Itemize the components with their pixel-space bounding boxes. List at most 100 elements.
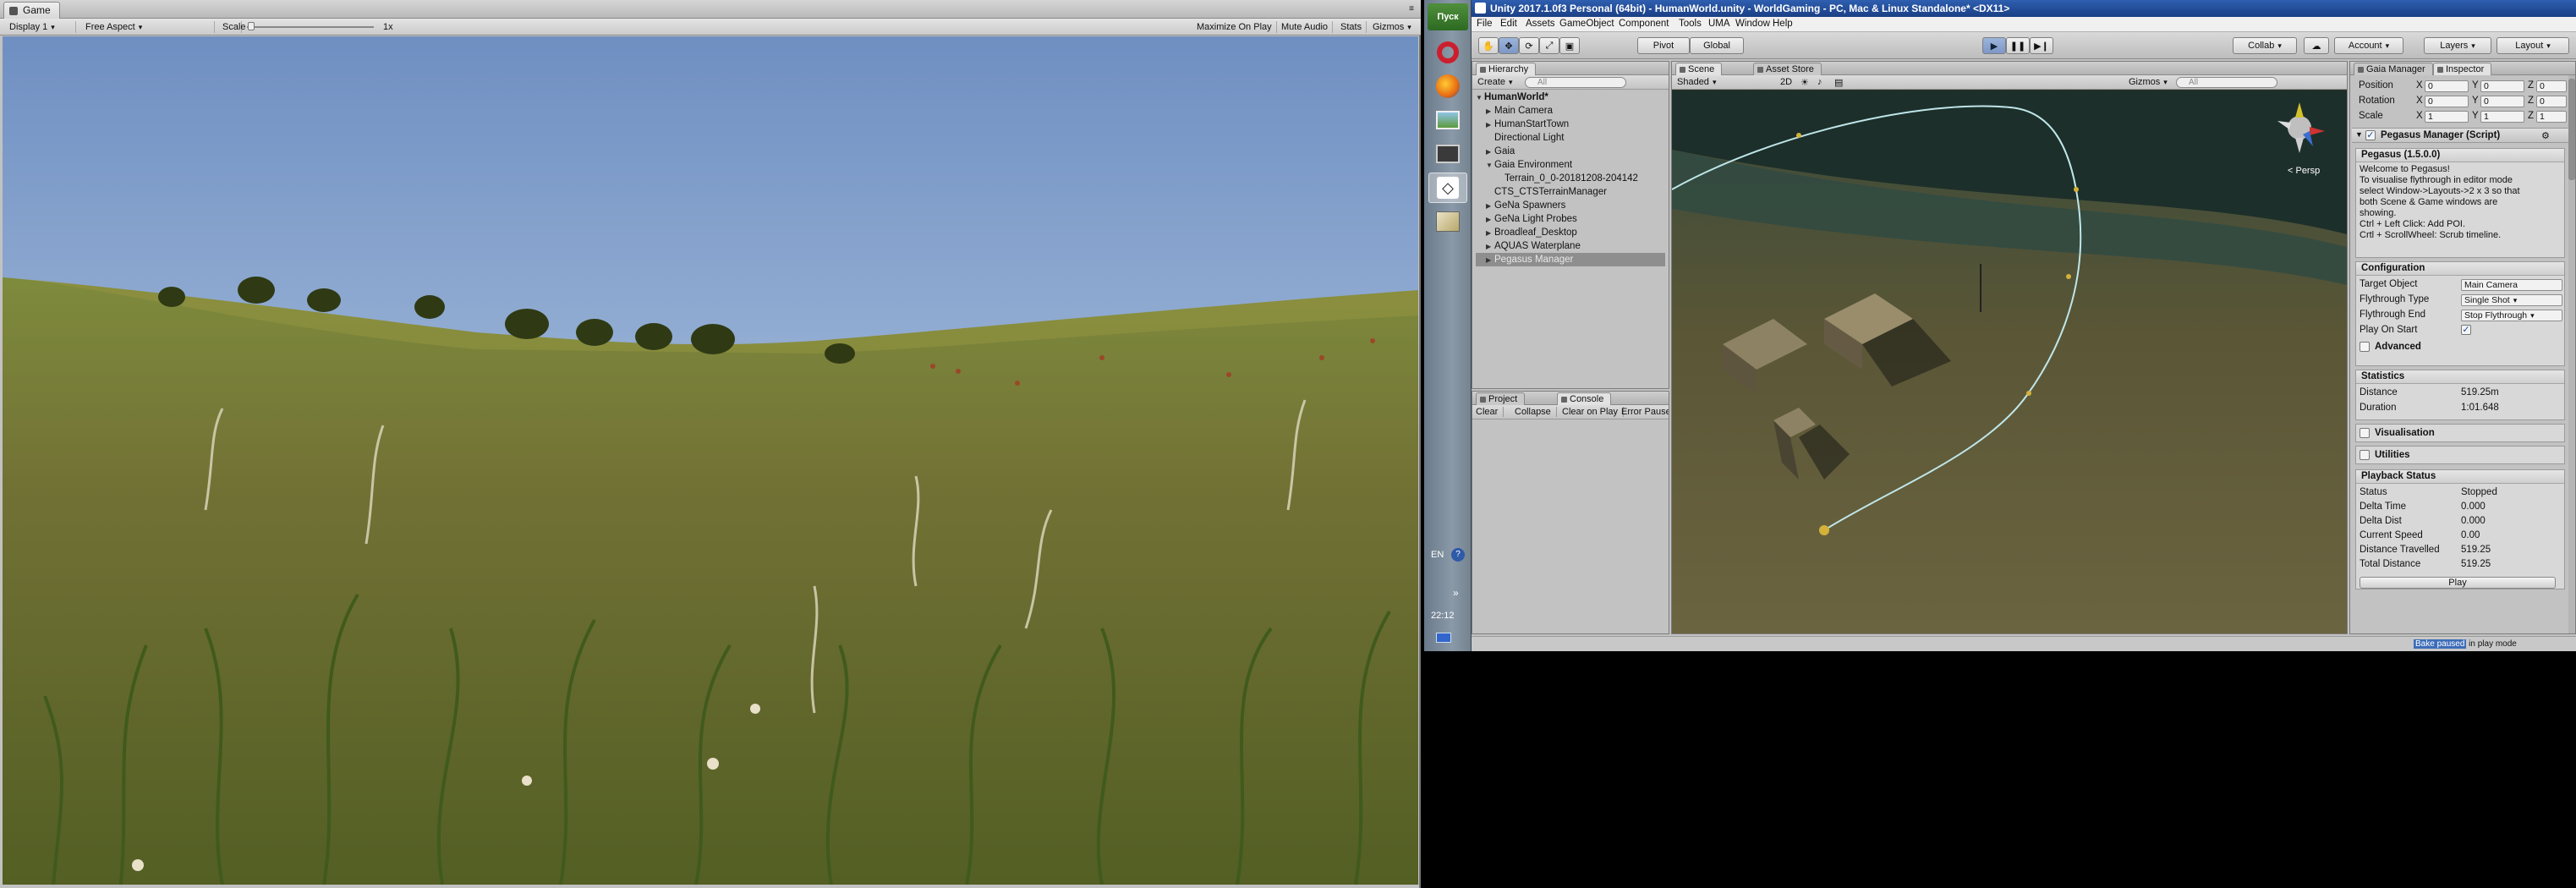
hierarchy-item[interactable]: Directional Light (1476, 131, 1665, 145)
expand-arrow-icon[interactable]: ▶ (1486, 118, 1494, 132)
tab-hierarchy[interactable]: Hierarchy (1476, 63, 1537, 75)
play-button-inspector[interactable]: Play (2360, 577, 2556, 589)
tab-console[interactable]: Console (1557, 392, 1612, 405)
pivot-toggle[interactable]: Pivot (1637, 37, 1690, 54)
console-error-pause-button[interactable]: Error Pause (1621, 407, 1669, 417)
paint-icon[interactable] (1428, 206, 1467, 237)
expand-arrow-icon[interactable]: ▼ (1486, 159, 1494, 173)
tab-project[interactable]: Project (1476, 392, 1526, 405)
scene-gizmos-dropdown[interactable]: Gizmos (2129, 77, 2168, 87)
console-clear-button[interactable]: Clear (1476, 407, 1504, 417)
scale-x-field[interactable]: 1 (2425, 111, 2469, 123)
layers-dropdown[interactable]: Layers (2424, 37, 2491, 54)
play-button[interactable]: ▶ (1982, 37, 2006, 54)
tab-asset-store[interactable]: Asset Store (1753, 63, 1822, 75)
persp-label[interactable]: < Persp (2288, 166, 2320, 176)
expand-arrow-icon[interactable]: ▶ (1486, 213, 1494, 227)
display-dropdown[interactable]: Display 1 (5, 21, 76, 33)
desktop-icon[interactable] (1436, 633, 1451, 643)
hierarchy-item[interactable]: CTS_CTSTerrainManager (1476, 185, 1665, 199)
clock[interactable]: 22:12 (1431, 611, 1455, 621)
rotate-tool-icon[interactable]: ⟳ (1519, 37, 1539, 54)
stats-button[interactable]: Stats (1336, 21, 1367, 33)
expand-arrow-icon[interactable]: ▶ (1486, 105, 1494, 118)
position-x-field[interactable]: 0 (2425, 80, 2469, 92)
rotation-z-field[interactable]: 0 (2536, 96, 2567, 107)
game-viewport[interactable] (3, 36, 1418, 885)
menu-assets[interactable]: Assets (1526, 19, 1555, 29)
menu-gameobject[interactable]: GameObject (1559, 19, 1614, 29)
rect-tool-icon[interactable]: ▣ (1559, 37, 1580, 54)
collab-dropdown[interactable]: Collab (2233, 37, 2297, 54)
advanced-checkbox[interactable] (2360, 342, 2370, 352)
expand-arrow-icon[interactable]: ▶ (1486, 254, 1494, 267)
tab-scene[interactable]: Scene (1675, 63, 1723, 75)
tab-menu-icon[interactable]: ≡ (1409, 4, 1414, 14)
flythrough-end-dropdown[interactable]: Stop Flythrough (2461, 310, 2562, 321)
effects-icon[interactable]: ▤ (1834, 77, 1843, 88)
layout-dropdown[interactable]: Layout (2497, 37, 2569, 54)
inspector-scrollbar[interactable] (2568, 75, 2575, 633)
2d-toggle[interactable]: 2D (1780, 77, 1792, 87)
rotation-y-field[interactable]: 0 (2480, 96, 2524, 107)
tab-inspector[interactable]: Inspector (2433, 63, 2492, 75)
console-clear-on-play-button[interactable]: Clear on Play (1562, 407, 1625, 417)
visualisation-section[interactable]: Visualisation (2355, 424, 2565, 442)
advanced-label[interactable]: Advanced (2375, 342, 2421, 352)
tray-chevron-icon[interactable]: » (1453, 587, 1459, 599)
menu-help[interactable]: Help (1773, 19, 1793, 29)
menu-edit[interactable]: Edit (1500, 19, 1517, 29)
pegasus-component-header[interactable]: ▼ ✓ Pegasus Manager (Script) ⚙ (2352, 128, 2568, 143)
media-icon[interactable] (1428, 139, 1467, 169)
flythrough-type-dropdown[interactable]: Single Shot (2461, 294, 2562, 306)
lighting-icon[interactable]: ☀ (1800, 77, 1809, 88)
scene-viewport[interactable]: < Persp (1672, 90, 2347, 633)
position-z-field[interactable]: 0 (2536, 80, 2567, 92)
hand-tool-icon[interactable]: ✋ (1478, 37, 1499, 54)
expand-arrow-icon[interactable]: ▶ (1486, 227, 1494, 240)
global-toggle[interactable]: Global (1690, 37, 1744, 54)
scale-tool-icon[interactable]: ⤢ (1539, 37, 1559, 54)
tab-game[interactable]: Game (3, 2, 60, 19)
shading-dropdown[interactable]: Shaded (1677, 77, 1770, 87)
rotation-x-field[interactable]: 0 (2425, 96, 2469, 107)
cloud-icon[interactable]: ☁ (2304, 37, 2329, 54)
tab-gaia-manager[interactable]: Gaia Manager (2354, 63, 2433, 75)
menu-tools[interactable]: Tools (1679, 19, 1702, 29)
hierarchy-item[interactable]: Terrain_0_0-20181208-204142 (1476, 172, 1665, 185)
expand-arrow-icon[interactable]: ▶ (1486, 240, 1494, 254)
scene-root[interactable]: ▼ HumanWorld* (1476, 90, 1665, 104)
expand-arrow-icon[interactable]: ▶ (1486, 145, 1494, 159)
hierarchy-item[interactable]: ▶ GeNa Spawners (1476, 199, 1665, 212)
hierarchy-item[interactable]: ▶ GeNa Light Probes (1476, 212, 1665, 226)
scale-z-field[interactable]: 1 (2536, 111, 2567, 123)
utilities-checkbox[interactable] (2360, 450, 2370, 460)
scene-search-input[interactable]: All (2176, 77, 2277, 88)
audio-icon[interactable]: ♪ (1817, 77, 1822, 87)
component-enabled-checkbox[interactable]: ✓ (2365, 130, 2376, 140)
pause-button[interactable]: ❚❚ (2006, 37, 2030, 54)
utilities-section[interactable]: Utilities (2355, 446, 2565, 464)
collapse-arrow-icon[interactable]: ▼ (2355, 130, 2363, 139)
position-y-field[interactable]: 0 (2480, 80, 2524, 92)
gizmos-dropdown[interactable]: Gizmos (1368, 21, 1416, 33)
scale-slider-track[interactable] (247, 26, 374, 28)
hierarchy-item[interactable]: ▶ AQUAS Waterplane (1476, 239, 1665, 253)
hierarchy-search-input[interactable]: All (1525, 77, 1626, 88)
unity-icon[interactable]: ◇ (1428, 173, 1467, 203)
scale-y-field[interactable]: 1 (2480, 111, 2524, 123)
language-indicator[interactable]: EN (1431, 550, 1444, 560)
component-settings-icon[interactable]: ⚙ (2541, 130, 2550, 141)
aspect-dropdown[interactable]: Free Aspect (81, 21, 215, 33)
help-icon[interactable]: ? (1451, 548, 1465, 562)
hierarchy-item[interactable]: ▶ Gaia (1476, 145, 1665, 158)
start-button[interactable]: Пуск (1428, 3, 1468, 30)
firefox-icon[interactable] (1428, 71, 1467, 101)
target-object-field[interactable]: Main Camera (2461, 279, 2562, 291)
hierarchy-item[interactable]: ▶ Pegasus Manager (1476, 253, 1665, 266)
mute-audio-button[interactable]: Mute Audio (1277, 21, 1334, 33)
menu-file[interactable]: File (1477, 19, 1493, 29)
move-tool-icon[interactable]: ✥ (1499, 37, 1519, 54)
expand-arrow-icon[interactable]: ▶ (1486, 200, 1494, 213)
hierarchy-item[interactable]: ▶ HumanStartTown (1476, 118, 1665, 131)
